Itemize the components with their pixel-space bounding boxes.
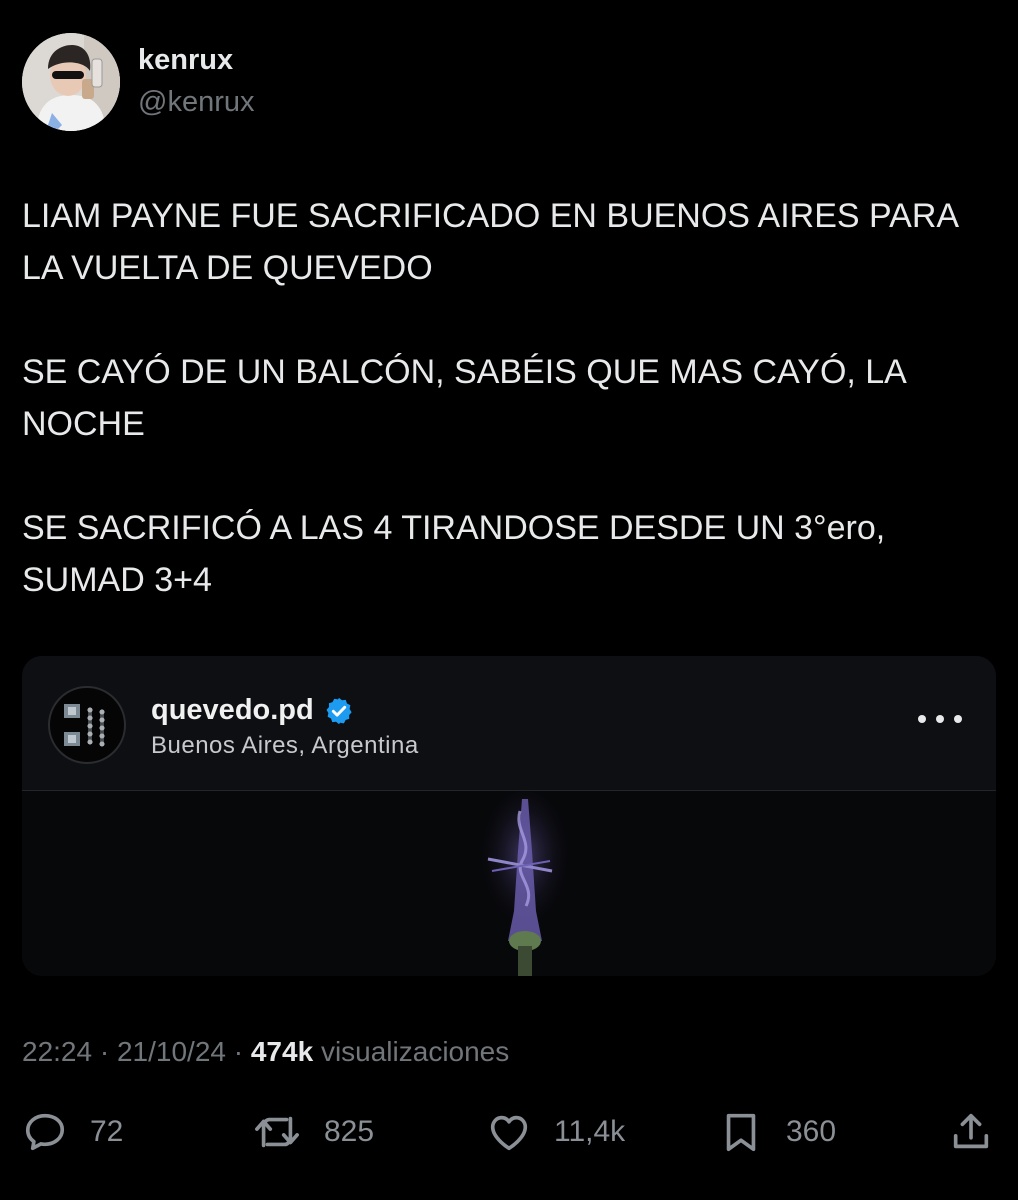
repost-count: 825 [324,1115,375,1148]
embed-avatar[interactable] [48,686,126,764]
embed-header: quevedo.pd Buenos Aires, Argentina [22,656,996,791]
like-count: 11,4k [554,1115,626,1148]
tweet-text: LIAM PAYNE FUE SACRIFICADO EN BUENOS AIR… [22,190,982,606]
embed-username[interactable]: quevedo.pd [151,694,354,727]
tweet-paragraph: SE CAYÓ DE UN BALCÓN, SABÉIS QUE MAS CAY… [22,353,905,443]
bookmark-count: 360 [786,1115,837,1148]
repost-button[interactable]: 825 [252,1108,374,1156]
reply-button[interactable]: 72 [22,1108,123,1156]
reply-count: 72 [90,1115,124,1148]
author-avatar[interactable] [22,33,120,131]
embedded-post-card[interactable]: quevedo.pd Buenos Aires, Argentina [22,656,996,976]
author-name[interactable]: kenrux [138,44,233,77]
views-count: 474k [250,1036,314,1067]
more-dot [918,715,926,723]
repost-icon [255,1116,299,1148]
like-button[interactable]: 11,4k [486,1108,625,1156]
embed-media-image[interactable] [22,791,996,976]
more-icon[interactable] [918,704,962,734]
post-meta: 22:24 · 21/10/24 · 474k visualizaciones [22,1036,509,1068]
heart-icon [490,1115,528,1151]
tweet-paragraph: SE SACRIFICÓ A LAS 4 TIRANDOSE DESDE UN … [22,509,886,599]
bookmark-icon [726,1113,756,1152]
embed-username-text[interactable]: quevedo.pd [151,694,314,727]
post-time[interactable]: 22:24 [22,1036,92,1067]
verified-badge-icon [326,697,352,724]
more-dot [936,715,944,723]
more-dot [954,715,962,723]
reply-icon [25,1113,65,1151]
post-date[interactable]: 21/10/24 [117,1036,226,1067]
bookmark-button[interactable]: 360 [718,1108,836,1156]
meta-separator: · [233,1036,244,1067]
night-tower-image [22,791,996,976]
avatar-photo [22,33,120,131]
author-handle[interactable]: @kenrux [138,86,254,119]
views-label: visualizaciones [320,1036,510,1067]
share-button[interactable] [948,1108,994,1156]
embed-avatar-logo [64,704,105,747]
meta-separator: · [99,1036,110,1067]
share-icon [953,1113,989,1149]
embed-location[interactable]: Buenos Aires, Argentina [151,732,419,760]
tweet-paragraph: LIAM PAYNE FUE SACRIFICADO EN BUENOS AIR… [22,197,958,287]
